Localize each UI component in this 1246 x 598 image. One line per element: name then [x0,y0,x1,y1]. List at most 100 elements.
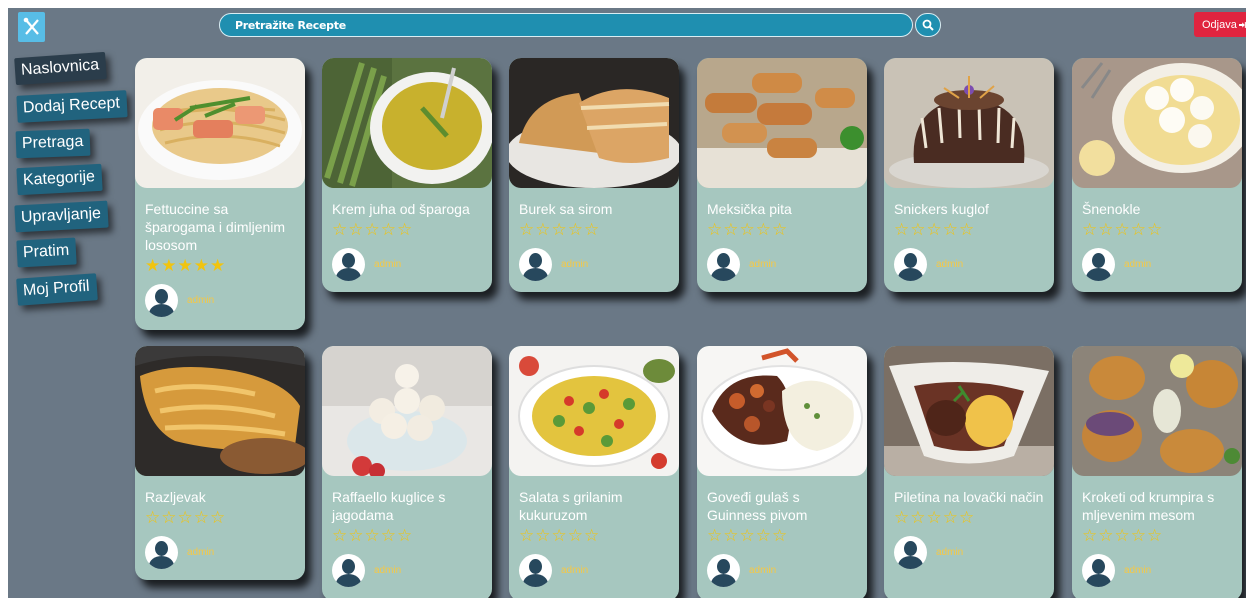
recipe-card[interactable]: Burek sa sirom ☆☆☆☆☆ admin [509,58,679,292]
sidebar-item-pretraga[interactable]: Pretraga [15,128,91,159]
star-icon: ☆ [332,526,349,545]
star-icon: ☆ [584,220,601,239]
star-icon: ☆ [1147,220,1164,239]
star-icon: ☆ [1114,220,1131,239]
star-icon: ☆ [161,508,178,527]
recipe-card[interactable]: Šnenokle ☆☆☆☆☆ admin [1072,58,1242,292]
star-icon: ☆ [348,220,365,239]
logo-icon[interactable] [18,12,45,42]
star-icon: ☆ [193,508,210,527]
avatar-icon [1082,554,1115,587]
recipe-author[interactable]: admin [1082,554,1242,587]
star-icon: ★ [177,256,194,275]
star-icon: ☆ [584,526,601,545]
avatar-icon [894,248,927,281]
logout-button[interactable]: Odjava [1194,12,1246,37]
recipe-image [697,58,867,188]
recipe-card[interactable]: Salata s grilanim kukuruzom ☆☆☆☆☆ admin [509,346,679,598]
author-name: admin [749,565,777,576]
rating-stars[interactable]: ☆☆☆☆☆ [332,526,492,546]
recipe-title: Šnenokle [1082,201,1141,217]
rating-stars[interactable]: ☆☆☆☆☆ [707,526,867,546]
sidebar-item-dodaj-recept[interactable]: Dodaj Recept [16,90,128,123]
recipe-author[interactable]: admin [519,248,679,281]
recipe-card[interactable]: Snickers kuglof ☆☆☆☆☆ admin [884,58,1054,292]
avatar-icon [332,554,365,587]
recipe-image [697,346,867,476]
recipe-author[interactable]: admin [707,554,867,587]
search-icon [922,19,934,31]
star-icon: ☆ [894,220,911,239]
avatar-icon [707,554,740,587]
rating-stars[interactable]: ☆☆☆☆☆ [519,526,679,546]
author-name: admin [374,259,402,270]
search-input[interactable]: Pretražite Recepte [219,13,913,37]
star-icon: ☆ [535,220,552,239]
recipe-author[interactable]: admin [332,554,492,587]
rating-stars[interactable]: ☆☆☆☆☆ [145,508,305,528]
star-icon: ☆ [145,508,162,527]
recipe-card[interactable]: Razljevak ☆☆☆☆☆ admin [135,346,305,580]
recipe-image [884,58,1054,188]
star-icon: ☆ [739,220,756,239]
author-name: admin [374,565,402,576]
star-icon: ☆ [551,220,568,239]
rating-stars[interactable]: ☆☆☆☆☆ [894,220,1054,240]
recipe-author[interactable]: admin [894,248,1054,281]
recipe-author[interactable]: admin [707,248,867,281]
recipe-author[interactable]: admin [145,284,305,317]
recipe-image [322,58,492,188]
sidebar-item-pratim[interactable]: Pratim [16,237,77,268]
star-icon: ☆ [177,508,194,527]
recipe-card[interactable]: Krem juha od šparoga ☆☆☆☆☆ admin [322,58,492,292]
star-icon: ☆ [910,508,927,527]
star-icon: ★ [210,256,227,275]
recipe-card[interactable]: Raffaello kuglice s jagodama ☆☆☆☆☆ admin [322,346,492,598]
sidebar-item-moj-profil[interactable]: Moj Profil [16,273,98,306]
recipe-image [1072,58,1242,188]
sidebar-item-label: Pratim [22,241,70,262]
sidebar-item-upravljanje[interactable]: Upravljanje [14,200,109,233]
recipe-title: Kroketi od krumpira s mljevenim mesom [1082,489,1215,523]
recipe-author[interactable]: admin [1082,248,1242,281]
star-icon: ☆ [519,220,536,239]
sidebar-item-kategorije[interactable]: Kategorije [16,163,103,196]
recipe-author[interactable]: admin [145,536,305,569]
recipe-title: Snickers kuglof [894,201,989,217]
author-name: admin [561,565,589,576]
recipe-title: Razljevak [145,489,206,505]
avatar-icon [894,536,927,569]
recipe-author[interactable]: admin [519,554,679,587]
search-button[interactable] [915,13,941,37]
sidebar-item-label: Naslovnica [20,56,100,79]
recipe-image [322,346,492,476]
sidebar-item-naslovnica[interactable]: Naslovnica [14,51,108,86]
star-icon: ☆ [772,526,789,545]
rating-stars[interactable]: ☆☆☆☆☆ [1082,220,1242,240]
recipe-card[interactable]: Meksička pita ☆☆☆☆☆ admin [697,58,867,292]
rating-stars[interactable]: ★★★★★ [145,256,305,276]
star-icon: ☆ [380,220,397,239]
recipe-author[interactable]: admin [894,536,1054,569]
recipe-author[interactable]: admin [332,248,492,281]
recipe-image [1072,346,1242,476]
recipe-title: Salata s grilanim kukuruzom [519,489,623,523]
star-icon: ☆ [942,508,959,527]
rating-stars[interactable]: ☆☆☆☆☆ [332,220,492,240]
rating-stars[interactable]: ☆☆☆☆☆ [1082,526,1242,546]
rating-stars[interactable]: ☆☆☆☆☆ [894,508,1054,528]
star-icon: ☆ [707,220,724,239]
star-icon: ☆ [551,526,568,545]
rating-stars[interactable]: ☆☆☆☆☆ [707,220,867,240]
recipe-card[interactable]: Fettuccine sa šparogama i dimljenim loso… [135,58,305,330]
avatar-icon [145,536,178,569]
sidebar-item-label: Dodaj Recept [22,94,121,117]
recipe-card[interactable]: Kroketi od krumpira s mljevenim mesom ☆☆… [1072,346,1242,598]
star-icon: ☆ [1130,526,1147,545]
author-name: admin [187,295,215,306]
rating-stars[interactable]: ☆☆☆☆☆ [519,220,679,240]
recipe-card[interactable]: Goveđi gulaš s Guinness pivom ☆☆☆☆☆ admi… [697,346,867,598]
recipe-image [509,346,679,476]
recipe-card[interactable]: Piletina na lovački način ☆☆☆☆☆ admin [884,346,1054,598]
author-name: admin [936,259,964,270]
